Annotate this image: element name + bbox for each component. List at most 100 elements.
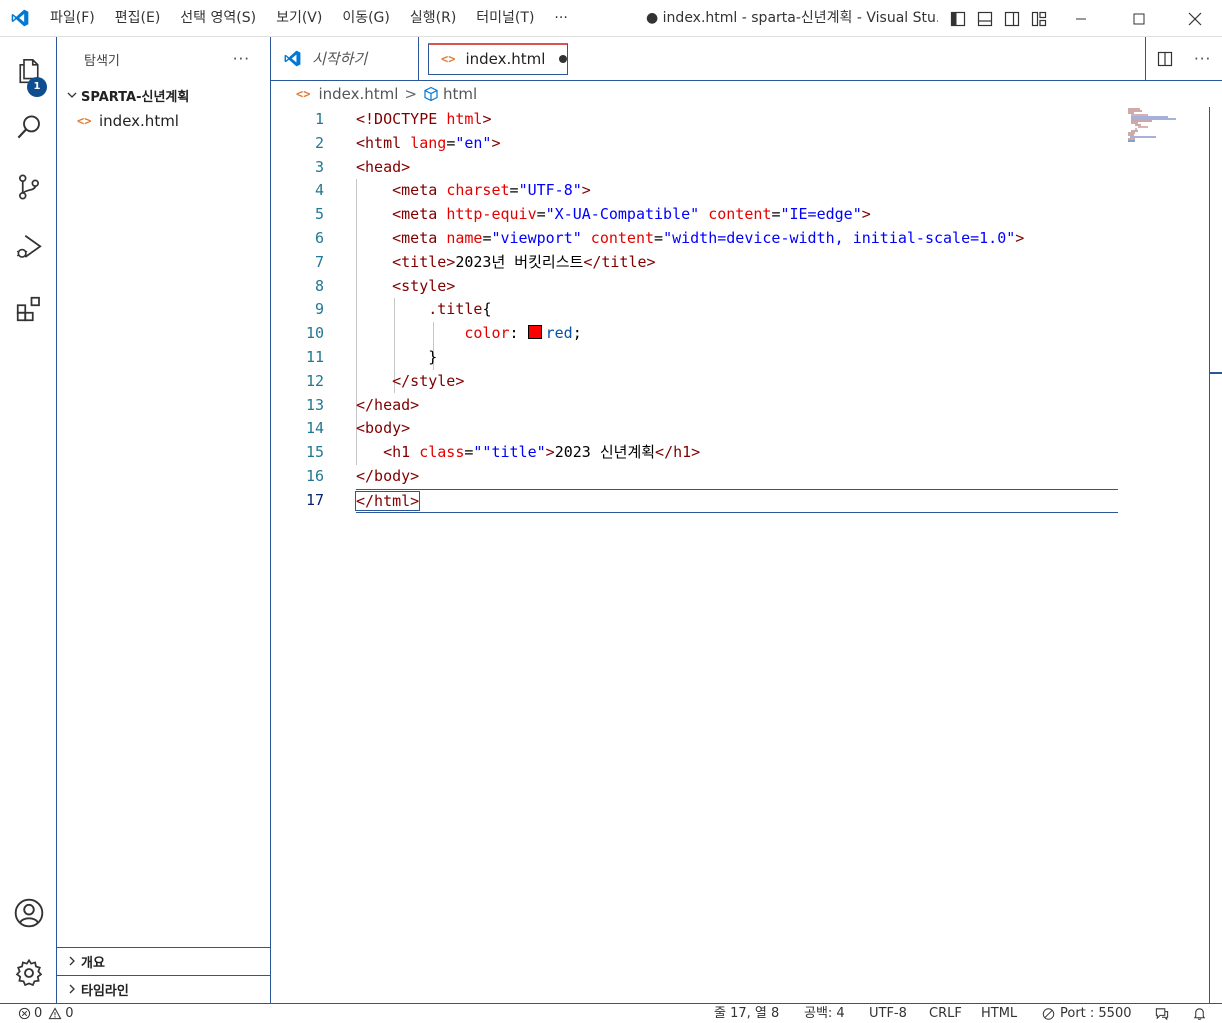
settings-gear-icon[interactable] — [0, 947, 57, 999]
scrollbar-position-marker — [1209, 372, 1222, 374]
toggle-panel-icon[interactable] — [971, 0, 998, 37]
run-debug-icon[interactable] — [0, 221, 57, 273]
html-file-icon: <> — [296, 87, 311, 101]
code-line-4: <meta charset="UTF-8"> — [392, 181, 591, 200]
end-of-line[interactable]: CRLF — [929, 1004, 962, 1023]
code-line-6: <meta name="viewport" content="width=dev… — [392, 228, 1025, 247]
outline-label: 개요 — [81, 955, 105, 971]
line-number: 6 — [314, 228, 324, 247]
timeline-label: 타임라인 — [81, 983, 129, 999]
code-line-5: <meta http-equiv="X-UA-Compatible" conte… — [392, 205, 871, 224]
outline-section[interactable]: 개요 — [57, 947, 270, 974]
code-line-9: .title{ — [428, 300, 492, 319]
line-number: 3 — [314, 157, 324, 176]
port-label: Port : 5500 — [1060, 1006, 1132, 1021]
unsaved-dot-icon[interactable] — [559, 55, 568, 63]
breadcrumb-symbol[interactable]: html — [443, 85, 477, 103]
menu-bar: 파일(F) 편집(E) 선택 영역(S) 보기(V) 이동(G) 실행(R) 터… — [40, 0, 578, 37]
line-number: 4 — [314, 181, 324, 200]
menu-terminal[interactable]: 터미널(T) — [466, 0, 544, 37]
breadcrumb-file[interactable]: index.html — [318, 85, 398, 103]
source-control-icon[interactable] — [0, 161, 57, 213]
close-button[interactable] — [1166, 0, 1222, 37]
code-area[interactable]: <!DOCTYPE html> <html lang="en"> <head> … — [354, 108, 1118, 513]
menu-more[interactable]: ··· — [544, 0, 577, 37]
line-number: 5 — [314, 205, 324, 224]
explorer-badge: 1 — [27, 77, 47, 97]
split-editor-icon[interactable] — [1157, 51, 1173, 67]
line-number: 1 — [314, 110, 324, 128]
code-line-11: } — [428, 347, 438, 366]
window-title: ● index.html - sparta-신년계획 - Visual Stu.… — [646, 10, 938, 26]
line-number: 10 — [305, 324, 324, 343]
tab-welcome[interactable]: 시작하기 — [271, 37, 419, 80]
minimap[interactable] — [1126, 107, 1206, 147]
customize-layout-icon[interactable] — [1025, 0, 1052, 37]
folder-sparta[interactable]: SPARTA-신년계획 — [57, 83, 270, 107]
editor-actions: ··· — [1145, 37, 1222, 80]
code-line-3: <head> — [356, 157, 411, 176]
search-icon[interactable] — [0, 101, 57, 153]
code-line-16: </body> — [356, 466, 420, 485]
code-line-7: <title>2023년 버킷리스트</title> — [392, 252, 656, 271]
notifications-bell-icon[interactable] — [1192, 1004, 1207, 1023]
breadcrumb-separator: > — [404, 85, 418, 103]
menu-view[interactable]: 보기(V) — [266, 0, 332, 37]
code-line-15: <h1 class=""title">2023 신년계획</h1> — [383, 443, 701, 462]
vscode-logo-icon — [0, 0, 40, 37]
minimize-button[interactable] — [1052, 0, 1110, 37]
language-mode[interactable]: HTML — [981, 1004, 1017, 1023]
editor-more-button[interactable]: ··· — [1194, 50, 1211, 68]
code-editor[interactable]: 1 2 3 4 5 6 7 8 9 10 11 12 13 14 15 16 1… — [271, 107, 1222, 1003]
indentation[interactable]: 공백: 4 — [804, 1004, 845, 1023]
line-number-gutter: 1 2 3 4 5 6 7 8 9 10 11 12 13 14 15 16 1… — [271, 108, 324, 513]
menu-selection[interactable]: 선택 영역(S) — [170, 0, 266, 37]
line-number: 11 — [305, 347, 324, 366]
line-number: 12 — [305, 371, 324, 390]
feedback-icon[interactable] — [1154, 1004, 1170, 1023]
error-count: 0 — [34, 1006, 43, 1021]
menu-go[interactable]: 이동(G) — [332, 0, 400, 37]
tab-index-html[interactable]: <> index.html — [420, 37, 569, 80]
html-file-icon: <> — [77, 114, 92, 128]
live-server-icon — [1041, 1007, 1056, 1021]
text-cursor — [419, 490, 421, 510]
line-number: 2 — [314, 133, 324, 152]
vscode-logo-icon — [283, 49, 302, 68]
status-bar: 0 0 줄 17, 열 8 공백: 4 UTF-8 CRLF HTML Port… — [0, 1003, 1222, 1022]
cursor-position[interactable]: 줄 17, 열 8 — [714, 1004, 779, 1023]
file-name: index.html — [99, 112, 179, 130]
editor-tab-bar: 시작하기 <> index.html ··· — [271, 37, 1222, 81]
chevron-down-icon — [63, 89, 81, 101]
explorer-sidebar: 탐색기 ··· SPARTA-신년계획 <> index.html 개요 타임라… — [57, 37, 271, 1003]
tab-index-html-inner: <> index.html — [428, 42, 569, 75]
vertical-scrollbar[interactable] — [1209, 107, 1222, 1003]
toggle-primary-sidebar-icon[interactable] — [944, 0, 971, 37]
menu-run[interactable]: 실행(R) — [400, 0, 466, 37]
tab-index-html-label: index.html — [465, 50, 546, 68]
explorer-icon[interactable]: 1 — [0, 45, 57, 97]
maximize-button[interactable] — [1110, 0, 1168, 37]
problems-indicator[interactable]: 0 0 — [18, 1004, 74, 1023]
line-number: 7 — [314, 252, 324, 271]
explorer-more-button[interactable]: ··· — [233, 50, 250, 68]
extensions-icon[interactable] — [0, 283, 57, 335]
timeline-section[interactable]: 타임라인 — [57, 975, 270, 1002]
chevron-right-icon — [63, 955, 81, 967]
code-line-1: <!DOCTYPE html> — [356, 110, 492, 128]
error-icon — [18, 1007, 31, 1020]
account-icon[interactable] — [0, 887, 57, 939]
file-index-html[interactable]: <> index.html — [57, 107, 270, 135]
title-bar: 파일(F) 편집(E) 선택 영역(S) 보기(V) 이동(G) 실행(R) 터… — [0, 0, 1222, 37]
line-number: 15 — [305, 443, 324, 462]
toggle-secondary-sidebar-icon[interactable] — [998, 0, 1025, 37]
encoding[interactable]: UTF-8 — [869, 1004, 907, 1023]
code-line-17-current: </html> — [354, 488, 1118, 513]
code-line-8: <style> — [392, 276, 456, 295]
live-server-port[interactable]: Port : 5500 — [1041, 1004, 1132, 1023]
line-number: 16 — [305, 466, 324, 485]
menu-edit[interactable]: 편집(E) — [105, 0, 171, 37]
menu-file[interactable]: 파일(F) — [40, 0, 105, 37]
color-swatch-red[interactable] — [527, 325, 542, 340]
folder-name: SPARTA-신년계획 — [81, 89, 190, 105]
